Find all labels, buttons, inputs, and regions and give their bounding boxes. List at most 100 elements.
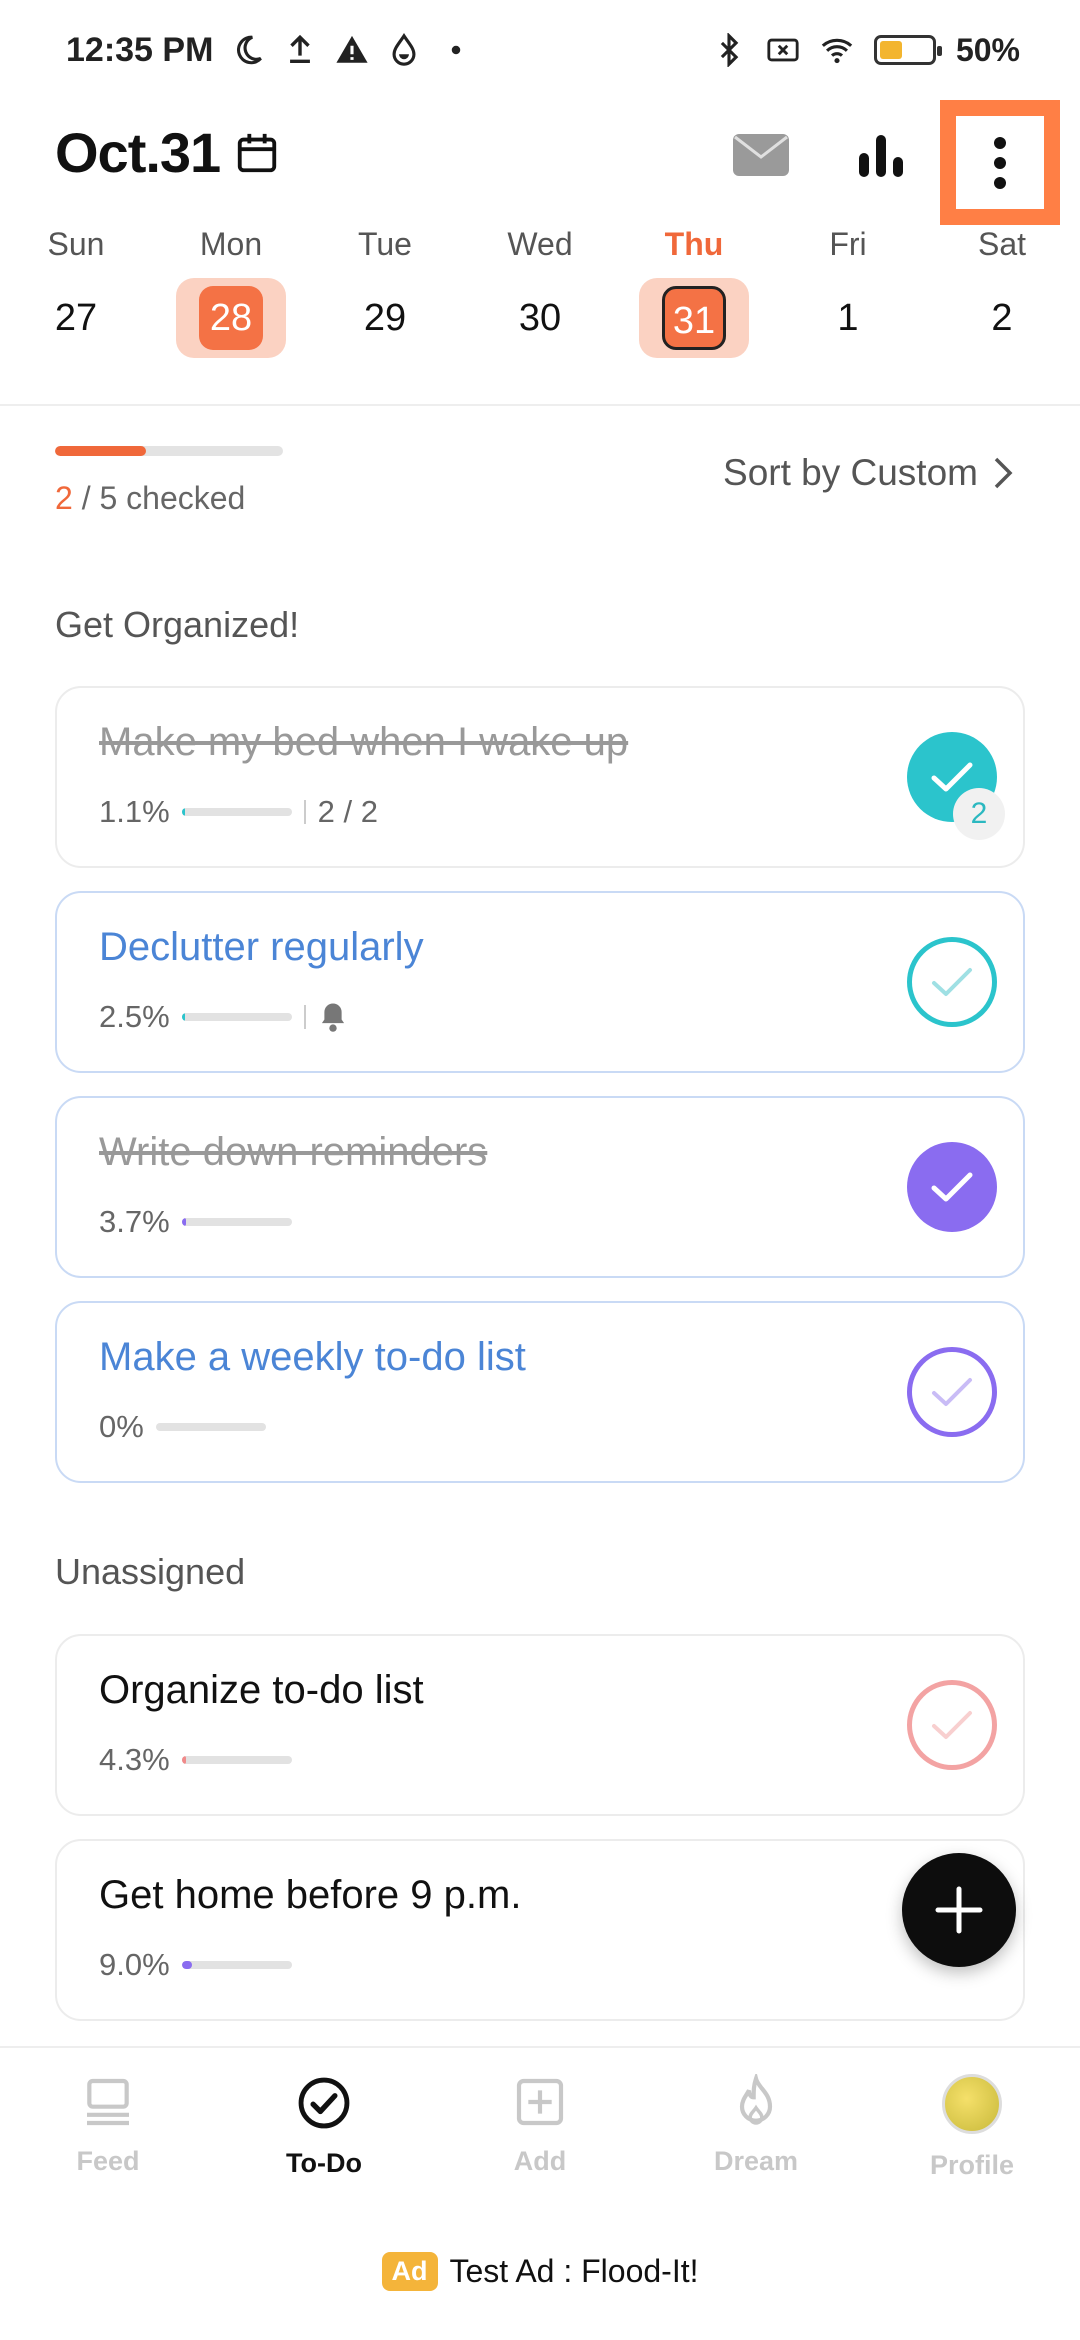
stats-icon [859,135,903,177]
progress-bar [55,446,283,456]
battery-percent: 50% [955,31,1020,68]
avatar [942,2074,1002,2134]
day-fri[interactable]: Fri 1 [788,220,908,358]
sort-button[interactable]: Sort by Custom [723,452,1014,494]
stats-button[interactable] [836,110,926,200]
day-thu[interactable]: Thu 31 [634,220,754,358]
progress-text: 2 / 5 checked [55,480,283,517]
task-percent: 9.0% [99,1947,170,1982]
task-percent: 0% [99,1409,144,1444]
check-icon [932,1378,972,1406]
task-title: Write down reminders [99,1130,488,1174]
task-card[interactable]: Declutter regularly 2.5% [55,891,1025,1073]
task-progress-bar [181,808,292,816]
ad-banner[interactable]: Ad Test Ad : Flood-It! [0,2236,1080,2306]
task-check-button[interactable] [907,1347,997,1437]
day-number: 28 [199,286,263,350]
task-progress-bar [155,1423,266,1431]
nav-label: Profile [929,2150,1015,2180]
task-percent: 2.5% [99,999,170,1034]
task-progress-bar [181,1218,292,1226]
ad-badge: Ad [381,2251,438,2291]
status-time: 12:35 PM [66,30,214,69]
task-card[interactable]: Organize to-do list 4.3% [55,1634,1025,1816]
task-title: Get home before 9 p.m. [99,1873,522,1917]
task-check-button[interactable] [907,1142,997,1232]
check-icon [931,1172,973,1202]
dot-icon [452,45,461,55]
nav-label: Add [513,2146,567,2176]
nav-feed[interactable]: Feed [0,2048,216,2210]
task-title: Make a weekly to-do list [99,1335,526,1379]
day-number: 29 [363,297,407,339]
task-card[interactable]: Write down reminders 3.7% [55,1096,1025,1278]
task-progress-fill [181,1013,185,1021]
task-check-button[interactable] [907,937,997,1027]
day-tue[interactable]: Tue 29 [325,220,445,358]
task-title: Organize to-do list [99,1668,424,1712]
mail-button[interactable] [716,110,806,200]
task-card[interactable]: Make a weekly to-do list 0% [55,1301,1025,1483]
nav-label: Dream [713,2146,799,2176]
moon-icon [237,35,263,65]
nav-add[interactable]: Add [432,2048,648,2210]
nav-profile[interactable]: Profile [864,2048,1080,2210]
bell-icon [321,1003,344,1032]
status-left: 12:35 PM [66,31,473,70]
sort-label: Sort by Custom [723,452,978,493]
todo-icon [298,2077,350,2129]
nav-todo[interactable]: To-Do [216,2048,432,2210]
warning-icon [336,35,368,63]
check-icon [932,1711,972,1739]
week-strip: Sun 27 Mon 28 Tue 29 Wed 30 Thu 31 Fri 1… [0,220,1080,370]
day-name: Thu [664,226,724,262]
status-bar: 12:35 PM 50% [0,0,1080,100]
task-percent: 4.3% [99,1742,170,1777]
plus-icon [935,1886,983,1934]
date-label: Oct.31 [55,121,221,184]
check-icon [931,762,973,792]
task-meta: 0% [99,1409,266,1445]
task-card[interactable]: Make my bed when I wake up 1.1% 2 / 2 2 [55,686,1025,868]
flame-icon [739,2074,773,2125]
task-title: Make my bed when I wake up [99,720,629,764]
check-icon [932,968,972,996]
section-title-unassigned: Unassigned [55,1551,246,1592]
day-name: Sat [977,226,1027,262]
day-number: 27 [54,297,98,339]
day-name: Fri [829,226,867,262]
day-name: Tue [358,226,412,262]
task-percent: 3.7% [99,1204,170,1239]
task-meta: 3.7% [99,1204,292,1240]
chevron-right-icon [994,457,1013,489]
progress-done: 2 [55,480,73,516]
date-title[interactable]: Oct.31 [55,120,280,185]
nav-label: To-Do [286,2148,362,2178]
task-percent: 1.1% [99,794,170,829]
status-right: 50% [712,32,1020,69]
nav-dream[interactable]: Dream [648,2048,864,2210]
meta-separator [303,1005,306,1029]
task-progress-bar [181,1756,292,1764]
task-meta: 1.1% 2 / 2 [99,794,378,830]
task-check-button[interactable] [907,1680,997,1770]
battery-icon [873,35,942,65]
day-sun[interactable]: Sun 27 [16,220,136,358]
meta-separator [303,800,306,824]
day-mon[interactable]: Mon 28 [171,220,291,358]
completion-count-badge: 2 [953,788,1005,840]
day-number: 1 [837,297,859,339]
nav-label: Feed [76,2146,140,2176]
task-count: 2 / 2 [317,794,378,829]
wifi-icon [821,38,853,64]
ad-text: Test Ad : Flood-It! [449,2252,699,2289]
add-task-fab[interactable] [902,1853,1016,1967]
task-progress-bar [181,1961,292,1969]
more-button[interactable] [940,100,1060,225]
day-sat[interactable]: Sat 2 [942,220,1062,358]
task-card[interactable]: Get home before 9 p.m. 9.0% [55,1839,1025,2021]
task-progress-fill [181,1218,186,1226]
day-wed[interactable]: Wed 30 [480,220,600,358]
feed-icon [87,2078,129,2126]
task-progress-fill [181,1961,192,1969]
